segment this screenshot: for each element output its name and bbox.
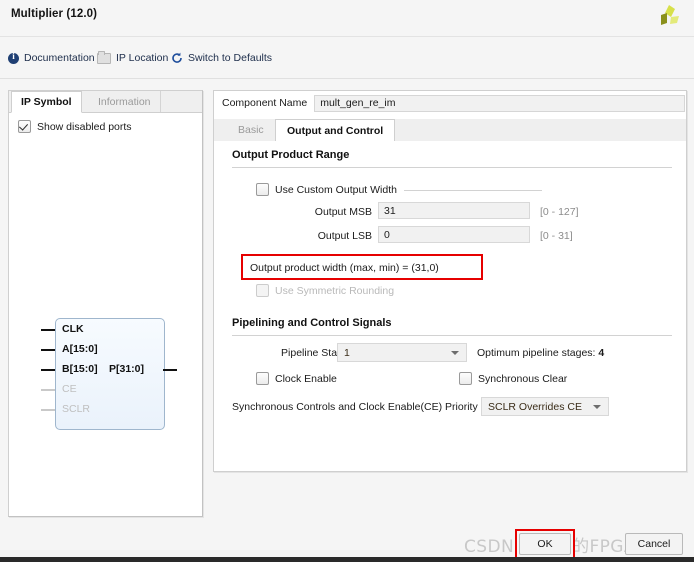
bottom-edge-bar (0, 557, 694, 562)
output-msb-range: [0 - 127] (540, 206, 579, 218)
port-label-ce: CE (62, 383, 77, 395)
config-body: Output Product Range Use Custom Output W… (214, 141, 686, 471)
priority-value: SCLR Overrides CE (488, 400, 582, 413)
clock-enable-row[interactable]: Clock Enable (256, 372, 337, 385)
port-stub-p (163, 369, 177, 371)
cancel-button[interactable]: Cancel (625, 533, 683, 555)
config-tab-strip: Basic Output and Control (214, 119, 686, 142)
ip-location-button[interactable]: IP Location (97, 48, 168, 68)
use-custom-output-width-rule (404, 190, 542, 191)
output-lsb-label: Output LSB (317, 230, 372, 242)
component-name-row: Component Name mult_gen_re_im (214, 91, 686, 115)
title-separator (0, 36, 694, 37)
port-stub-b (41, 369, 55, 371)
documentation-label: Documentation (24, 52, 95, 64)
folder-icon (97, 50, 111, 64)
tab-output-and-control-label: Output and Control (287, 125, 384, 137)
use-custom-output-width-row[interactable]: Use Custom Output Width (256, 183, 397, 196)
use-symmetric-rounding-row: Use Symmetric Rounding (256, 284, 394, 297)
switch-to-defaults-label: Switch to Defaults (188, 52, 273, 64)
output-lsb-range: [0 - 31] (540, 230, 573, 242)
show-disabled-ports-row[interactable]: Show disabled ports (18, 120, 132, 133)
output-product-range-title: Output Product Range (232, 149, 350, 161)
documentation-button[interactable]: Documentation (8, 48, 95, 68)
port-stub-a (41, 349, 55, 351)
port-stub-clk (41, 329, 55, 331)
ip-symbol-panel: IP Symbol Information Show disabled port… (8, 90, 203, 517)
config-panel: Component Name mult_gen_re_im Basic Outp… (213, 90, 687, 472)
component-name-input[interactable]: mult_gen_re_im (314, 94, 685, 112)
chevron-down-icon (593, 405, 601, 409)
output-lsb-input[interactable]: 0 (378, 226, 530, 243)
ip-symbol-body: Show disabled ports CLK A[15:0] B[15:0] … (9, 113, 202, 515)
output-msb-label: Output MSB (314, 206, 372, 218)
use-custom-output-width-checkbox[interactable] (256, 183, 269, 196)
clock-enable-label: Clock Enable (275, 372, 337, 385)
port-stub-ce (41, 389, 55, 391)
tab-ip-symbol[interactable]: IP Symbol (11, 91, 82, 113)
show-disabled-ports-checkbox[interactable] (18, 120, 31, 133)
pipelining-title: Pipelining and Control Signals (232, 317, 392, 329)
synchronous-clear-checkbox[interactable] (459, 372, 472, 385)
port-label-b: B[15:0] (62, 363, 98, 375)
port-label-a: A[15:0] (62, 343, 98, 355)
tab-ip-symbol-label: IP Symbol (21, 96, 72, 108)
optimum-pipeline-label: Optimum pipeline stages: (477, 347, 596, 359)
tab-output-and-control[interactable]: Output and Control (275, 119, 396, 142)
pipeline-stages-value: 1 (344, 346, 350, 359)
title-bar: Multiplier (12.0) (0, 0, 694, 32)
chevron-down-icon (451, 351, 459, 355)
ip-location-label: IP Location (116, 52, 169, 64)
output-msb-input[interactable]: 31 (378, 202, 530, 219)
pipelining-rule (232, 335, 672, 336)
refresh-icon (172, 52, 182, 63)
switch-to-defaults-button[interactable]: Switch to Defaults (171, 48, 272, 68)
output-product-range-rule (232, 167, 672, 168)
show-disabled-ports-label: Show disabled ports (37, 120, 132, 133)
priority-label: Synchronous Controls and Clock Enable(CE… (232, 401, 478, 413)
clock-enable-checkbox[interactable] (256, 372, 269, 385)
xilinx-leaf-logo-icon (661, 5, 679, 25)
tab-basic-label: Basic (238, 124, 264, 136)
use-symmetric-rounding-checkbox (256, 284, 269, 297)
info-icon (8, 51, 19, 64)
port-stub-sclr (41, 409, 55, 411)
output-product-width-text: Output product width (max, min) = (31,0) (250, 262, 439, 274)
use-custom-output-width-label: Use Custom Output Width (275, 183, 397, 196)
ok-highlight-box (515, 529, 575, 559)
toolbar-separator (0, 78, 694, 79)
pipeline-stages-dropdown[interactable]: 1 (337, 343, 467, 362)
synchronous-clear-row[interactable]: Synchronous Clear (459, 372, 567, 385)
port-label-clk: CLK (62, 323, 84, 335)
tab-information-label: Information (98, 95, 151, 108)
tab-basic[interactable]: Basic (227, 119, 275, 141)
component-name-label: Component Name (222, 97, 308, 109)
port-label-sclr: SCLR (62, 403, 91, 415)
optimum-pipeline-stages: Optimum pipeline stages: 4 (477, 347, 604, 359)
port-label-p: P[31:0] (109, 363, 145, 375)
synchronous-clear-label: Synchronous Clear (478, 372, 568, 385)
use-symmetric-rounding-label: Use Symmetric Rounding (275, 284, 395, 297)
left-tab-strip: IP Symbol Information (9, 91, 202, 113)
optimum-pipeline-value: 4 (598, 347, 605, 359)
toolbar: Documentation IP Location Switch to Defa… (0, 48, 694, 70)
symbol-diagram: CLK A[15:0] B[15:0] CE SCLR P[31:0] (9, 143, 202, 513)
window-title: Multiplier (12.0) (11, 8, 98, 20)
tab-information[interactable]: Information (89, 91, 161, 112)
priority-dropdown[interactable]: SCLR Overrides CE (481, 397, 609, 416)
